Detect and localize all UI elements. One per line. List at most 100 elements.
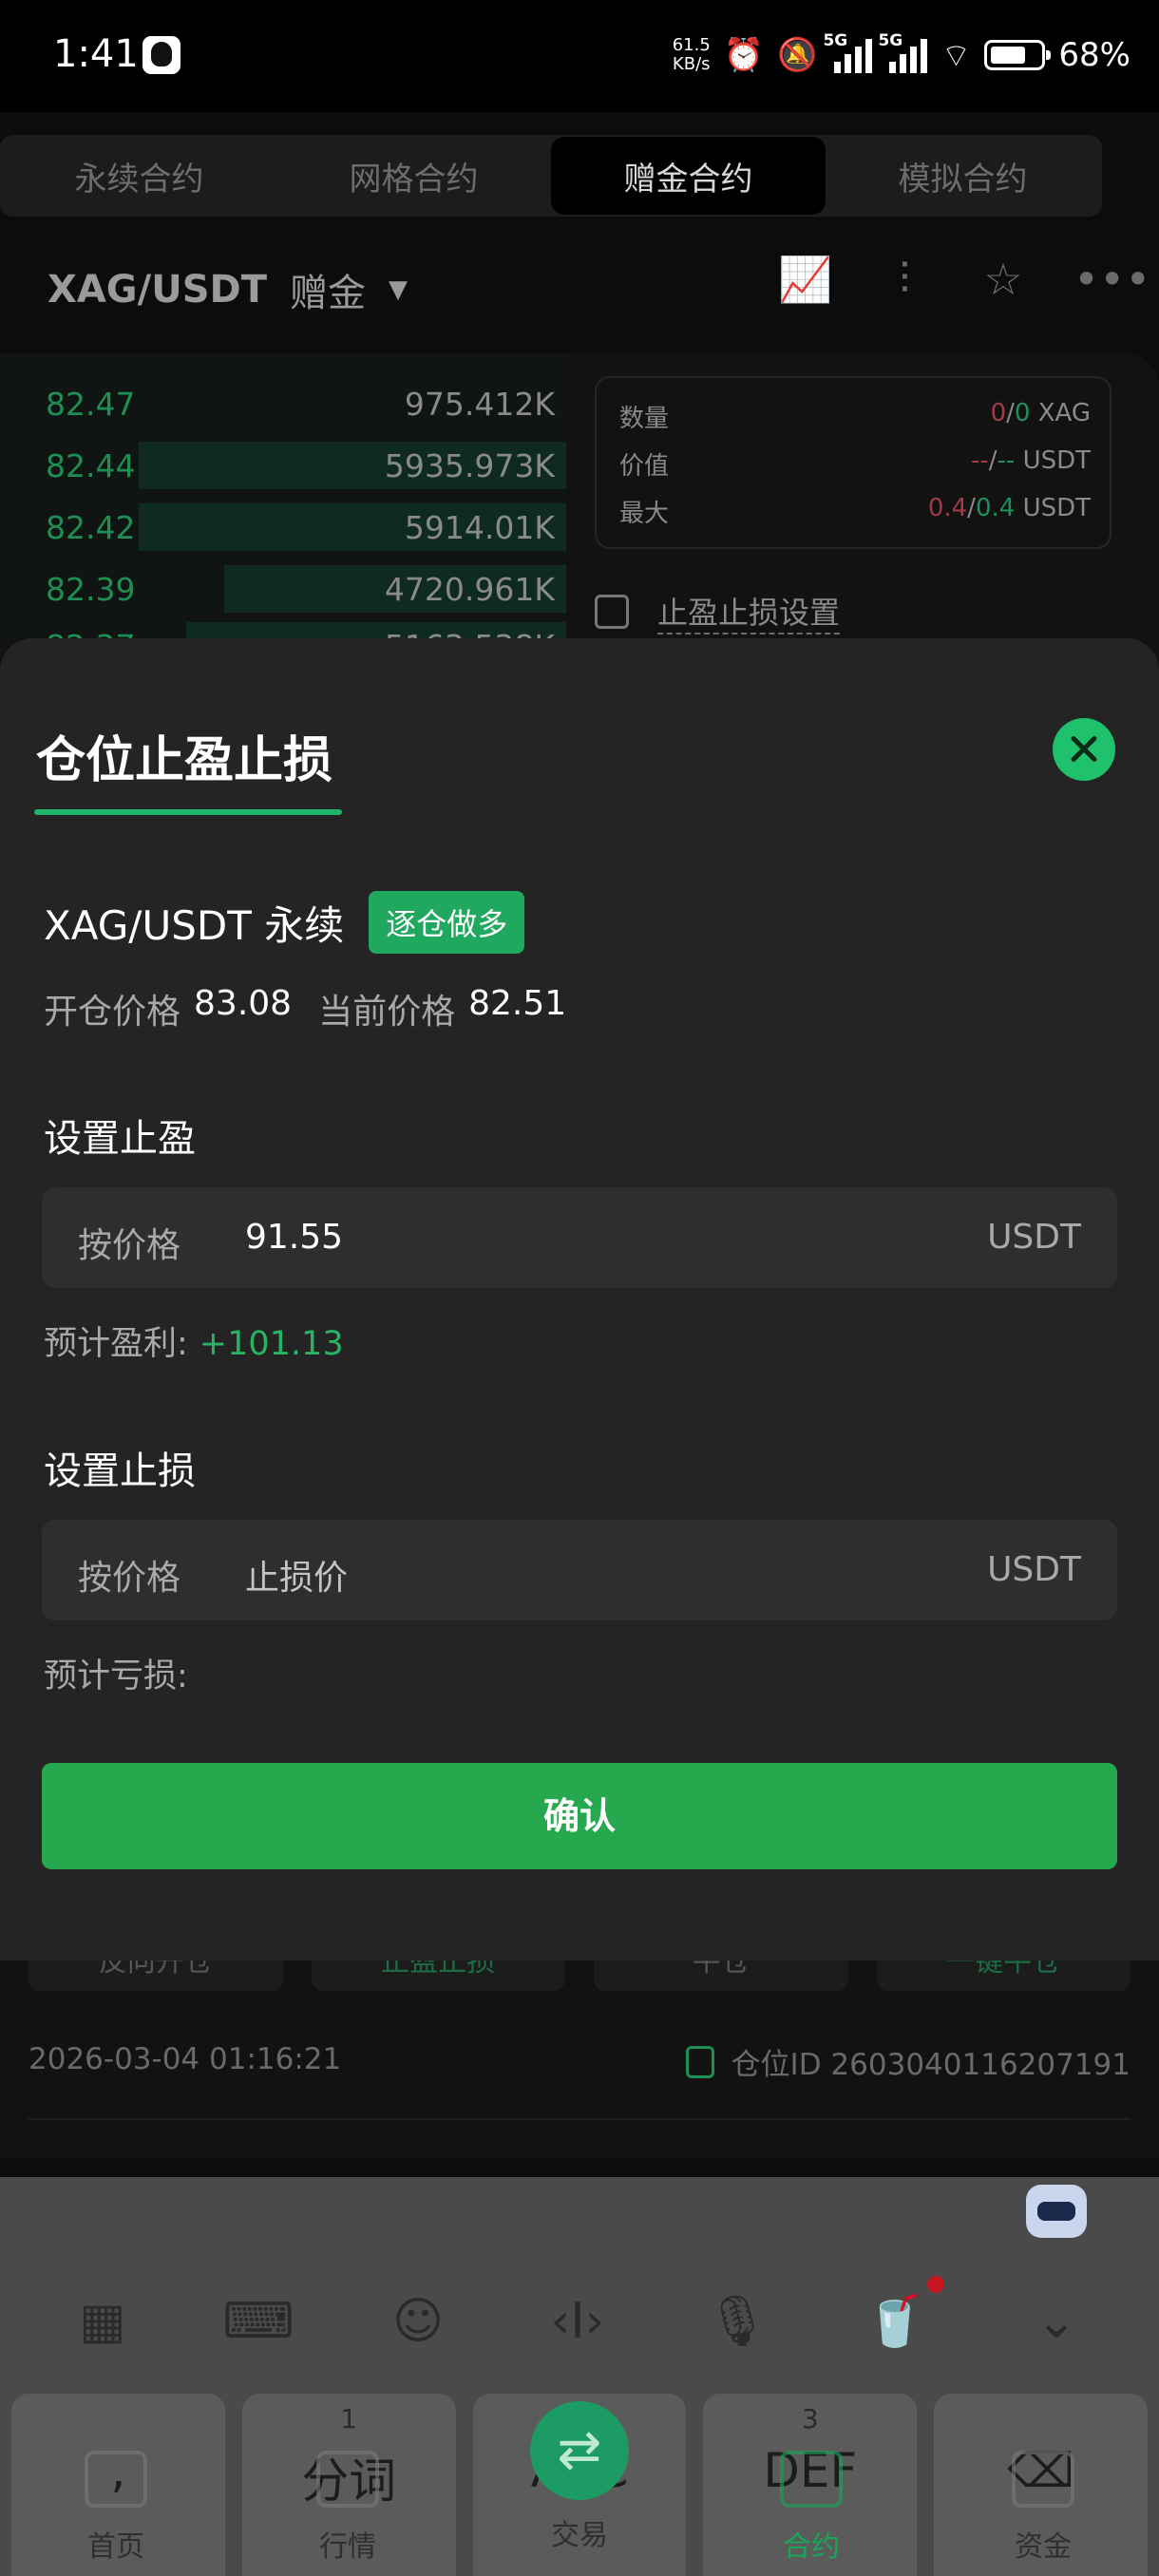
text-cursor-icon[interactable]: ‹I› [540, 2283, 616, 2359]
estimated-profit: 预计盈利: +101.13 [44, 1316, 344, 1365]
order-info-box: 数量 0/0 XAG 价值 -- / -- USDT 最大 0.4/0.4 USDT [595, 376, 1112, 549]
star-icon[interactable]: ☆ [975, 254, 1032, 305]
nav-label: 行情 [319, 2530, 376, 2564]
network-speed-unit: KB/s [672, 54, 711, 74]
status-time: 1:41 [53, 32, 139, 76]
nav-market[interactable]: 行情 [272, 2451, 424, 2565]
chart-icon[interactable]: 📈 [777, 254, 834, 306]
divider [28, 2118, 1130, 2120]
orderbook-qty: 5935.973K [384, 447, 555, 484]
tp-sl-checkbox[interactable] [595, 595, 629, 629]
info-sep: / [1006, 399, 1015, 427]
sl-price-input[interactable]: 止损价 [245, 1550, 348, 1600]
grid-menu-icon[interactable]: ▦ [65, 2283, 141, 2359]
info-unit: USDT [1022, 494, 1091, 522]
tab-grid[interactable]: 网格合约 [276, 137, 551, 215]
info-unit: XAG [1037, 399, 1091, 427]
alarm-icon: ⏰ [723, 36, 765, 74]
orderbook-row[interactable]: 82.42 5914.01K [0, 496, 566, 553]
estimated-loss: 预计亏损: [44, 1649, 188, 1697]
info-sep: / [967, 494, 976, 522]
home-icon [85, 2451, 147, 2508]
orderbook-qty: 975.412K [404, 386, 555, 423]
orderbook-row[interactable]: 82.44 5935.973K [0, 434, 566, 491]
sl-mode[interactable]: 按价格 [78, 1550, 180, 1600]
sl-unit: USDT [987, 1550, 1081, 1589]
orderbook-price: 82.47 [46, 386, 136, 423]
tab-demo[interactable]: 模拟合约 [826, 137, 1100, 215]
keyboard-icon[interactable]: ⌨ [220, 2283, 296, 2359]
battery-icon [984, 40, 1052, 70]
contract-tabs: 永续合约 网格合约 赠金合约 模拟合约 [0, 135, 1102, 217]
swap-icon[interactable]: ⇄ [530, 2401, 629, 2500]
position-name: XAG/USDT 永续 [44, 901, 345, 949]
chevron-down-icon[interactable]: ⌄ [1018, 2283, 1094, 2359]
orderbook-qty: 4720.961K [384, 571, 555, 608]
microphone-icon[interactable]: 🎙 [699, 2283, 775, 2359]
signal-2-icon: 5G [878, 31, 928, 73]
orderbook-price: 82.44 [46, 447, 136, 484]
stop-loss-field[interactable]: 按价格 止损价 USDT [42, 1520, 1117, 1620]
network-speed: 61.5 KB/s [673, 36, 711, 74]
sheet-title: 仓位止盈止损 [36, 732, 333, 789]
orderbook-row[interactable]: 82.39 4720.961K [0, 558, 566, 615]
info-unit: USDT [1022, 446, 1091, 475]
open-price-label: 开仓价格 [44, 993, 181, 1032]
tab-perpetual[interactable]: 永续合约 [2, 137, 276, 215]
wallet-icon [1012, 2451, 1074, 2508]
pair-selector[interactable]: XAG/USDT 赠金 ▼ [48, 256, 408, 323]
confirm-button[interactable]: 确认 [42, 1763, 1117, 1869]
position-header: XAG/USDT 永续 逐仓做多 [44, 891, 525, 954]
info-row-qty: 数量 0/0 XAG [619, 399, 1091, 437]
battery-percent: 68% [1058, 36, 1130, 74]
mute-bell-icon: 🔕 [777, 36, 818, 74]
market-icon [316, 2451, 379, 2508]
nav-contract[interactable]: 合约 [735, 2451, 887, 2565]
tp-sl-toggle[interactable]: 止盈止损设置 [595, 589, 841, 635]
tp-mode[interactable]: 按价格 [78, 1218, 180, 1267]
position-id: 仓位ID 2603040116207191 [731, 2048, 1130, 2082]
info-label: 数量 [619, 405, 670, 433]
pair-type: 赠金 [290, 272, 367, 315]
estimated-loss-label: 预计亏损: [44, 1657, 188, 1695]
notification-dot [927, 2276, 944, 2293]
nav-label: 合约 [783, 2530, 840, 2564]
nav-label: 交易 [551, 2519, 608, 2552]
emoji-icon[interactable]: ☺ [380, 2283, 456, 2359]
info-sep: / [988, 446, 998, 475]
tp-price-input[interactable]: 91.55 [245, 1218, 343, 1257]
tp-sl-checkbox-label: 止盈止损设置 [657, 589, 841, 635]
nav-trade[interactable]: 交易 [504, 2511, 656, 2553]
caret-down-icon: ▼ [389, 275, 408, 304]
pair-symbol: XAG/USDT [48, 268, 268, 312]
position-time: 2026-03-04 01:16:21 [28, 2042, 342, 2076]
drink-icon[interactable]: 🥤 [857, 2283, 933, 2359]
position-id-row[interactable]: 仓位ID 2603040116207191 [685, 2040, 1130, 2083]
network-speed-value: 61.5 [672, 35, 711, 55]
orderbook-row[interactable]: 82.47 975.412K [0, 372, 566, 429]
nav-home[interactable]: 首页 [40, 2451, 192, 2565]
price-row: 开仓价格 83.08 当前价格 82.51 [44, 984, 566, 1033]
stop-loss-title: 设置止损 [44, 1449, 196, 1493]
assistant-mascot-icon[interactable] [1026, 2185, 1087, 2238]
info-row-value: 价值 -- / -- USDT [619, 446, 1091, 484]
more-icon[interactable]: ••• [1074, 254, 1150, 305]
info-row-max: 最大 0.4/0.4 USDT [619, 494, 1091, 532]
key-number: 1 [340, 2403, 358, 2434]
candlestick-icon[interactable]: ⫶ [876, 253, 933, 306]
estimated-profit-label: 预计盈利: [44, 1325, 188, 1363]
nav-funds[interactable]: 资金 [967, 2451, 1119, 2565]
status-icons: 61.5 KB/s ⏰ 🔕 5G 5G ⌔ 68% [673, 28, 1130, 82]
info-value-a: 0.4 [927, 494, 968, 522]
tab-bonus[interactable]: 赠金合约 [551, 137, 826, 215]
info-value-a: -- [971, 446, 989, 475]
close-icon[interactable] [1053, 718, 1115, 781]
info-value-b: 0.4 [975, 494, 1016, 522]
current-price-label: 当前价格 [318, 993, 456, 1032]
copy-icon[interactable] [685, 2045, 714, 2078]
signal-1-icon: 5G [823, 31, 873, 73]
take-profit-title: 设置止盈 [44, 1117, 196, 1161]
nav-label: 首页 [87, 2530, 144, 2564]
take-profit-field[interactable]: 按价格 91.55 USDT [42, 1187, 1117, 1288]
qq-notification-icon [142, 36, 180, 74]
